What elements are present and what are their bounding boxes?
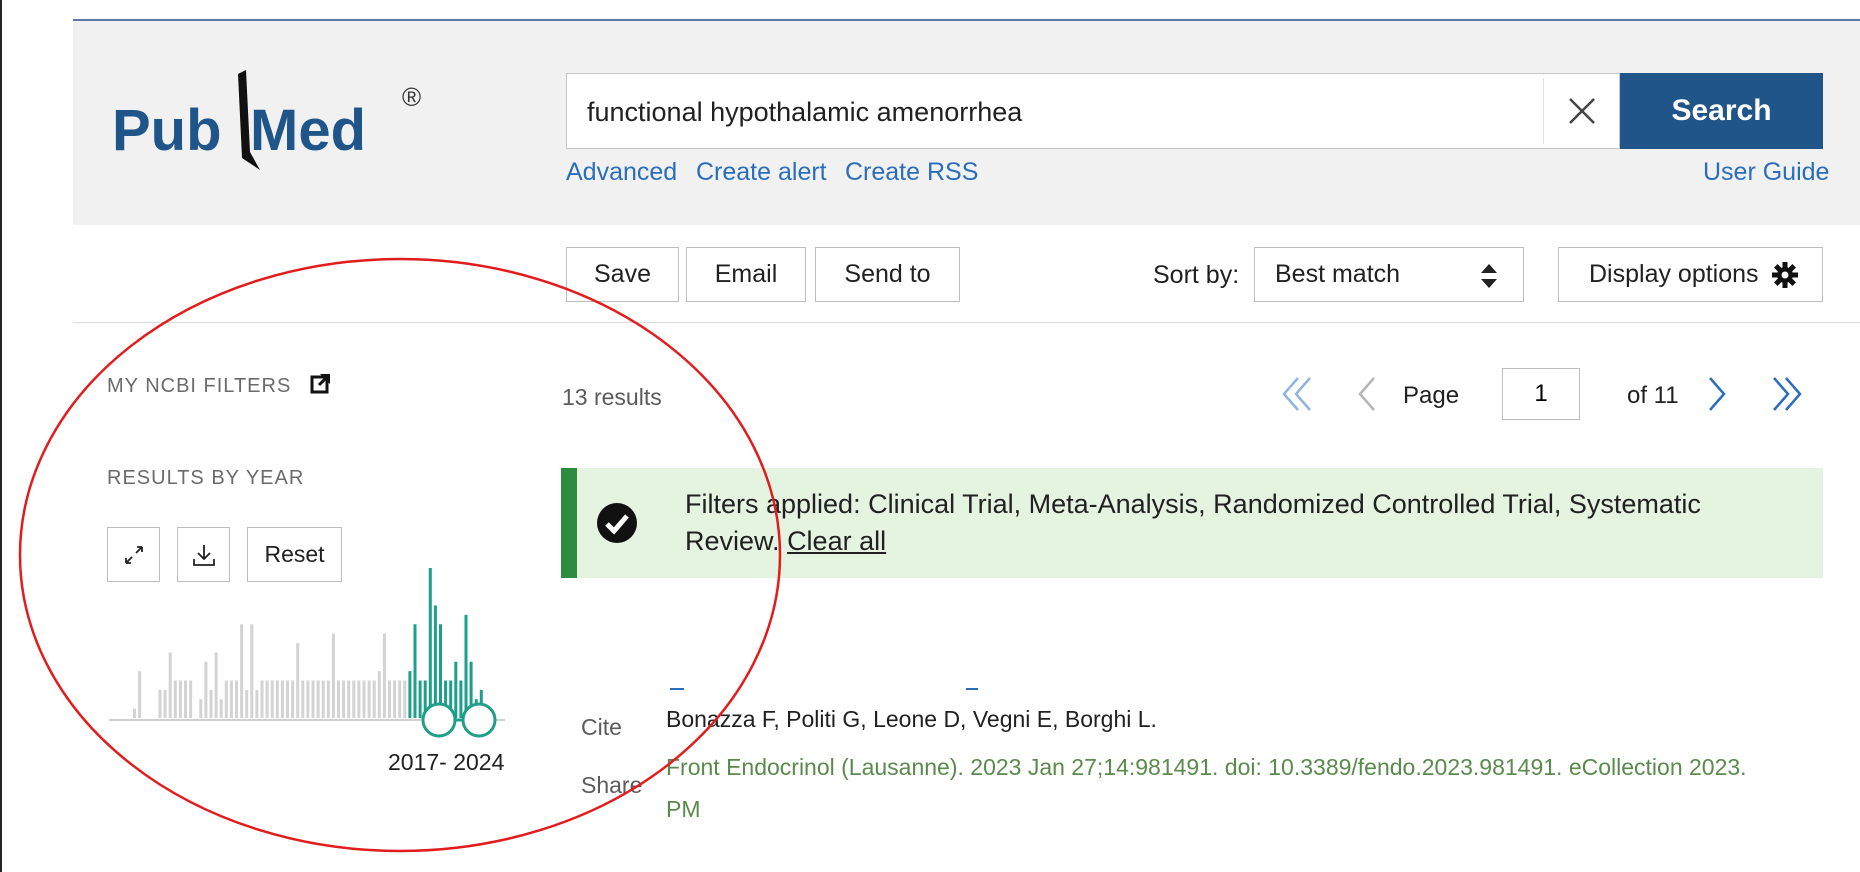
sort-select[interactable]: Best match	[1254, 247, 1524, 302]
search-box	[566, 73, 1620, 150]
user-guide-link[interactable]: User Guide	[1703, 158, 1829, 187]
send-to-button[interactable]: Send to	[815, 247, 960, 302]
logo-registered: ®	[402, 82, 421, 112]
advanced-link[interactable]: Advanced	[566, 158, 677, 187]
logo-pub: Pub	[112, 98, 222, 163]
article-citation: Front Endocrinol (Lausanne). 2023 Jan 27…	[666, 746, 1846, 830]
window-edge	[0, 0, 2, 872]
filters-applied-text: Filters applied: Clinical Trial, Meta-An…	[685, 486, 1785, 560]
display-options-button[interactable]: Display options	[1558, 247, 1823, 302]
clear-all-link[interactable]: Clear all	[787, 526, 886, 556]
sort-arrows-icon	[1481, 264, 1497, 288]
next-page-icon[interactable]	[1702, 374, 1732, 414]
page-label: Page	[1403, 382, 1460, 409]
display-options-label: Display options	[1589, 260, 1759, 288]
search-input[interactable]	[585, 74, 1489, 150]
page-number-input[interactable]	[1502, 368, 1580, 420]
citation-line: Front Endocrinol (Lausanne). 2023 Jan 27…	[666, 754, 1747, 780]
sort-by-label: Sort by:	[1153, 261, 1240, 289]
create-rss-link[interactable]: Create RSS	[845, 158, 978, 187]
annotation-circle	[18, 257, 782, 853]
page-total-label: of 11	[1627, 382, 1679, 409]
create-alert-link[interactable]: Create alert	[696, 158, 827, 187]
first-page-icon[interactable]	[1278, 374, 1318, 414]
citation-tail: PM	[666, 796, 701, 822]
pubmed-logo[interactable]: Pub Med ®	[110, 62, 440, 182]
close-icon	[1569, 98, 1595, 124]
previous-page-icon[interactable]	[1352, 374, 1382, 414]
last-page-icon[interactable]	[1766, 374, 1806, 414]
sort-select-value: Best match	[1275, 260, 1401, 288]
gear-icon	[1771, 261, 1798, 288]
clear-search-button[interactable]	[1543, 78, 1620, 144]
search-button[interactable]: Search	[1620, 73, 1823, 149]
logo-med: Med	[250, 98, 366, 163]
